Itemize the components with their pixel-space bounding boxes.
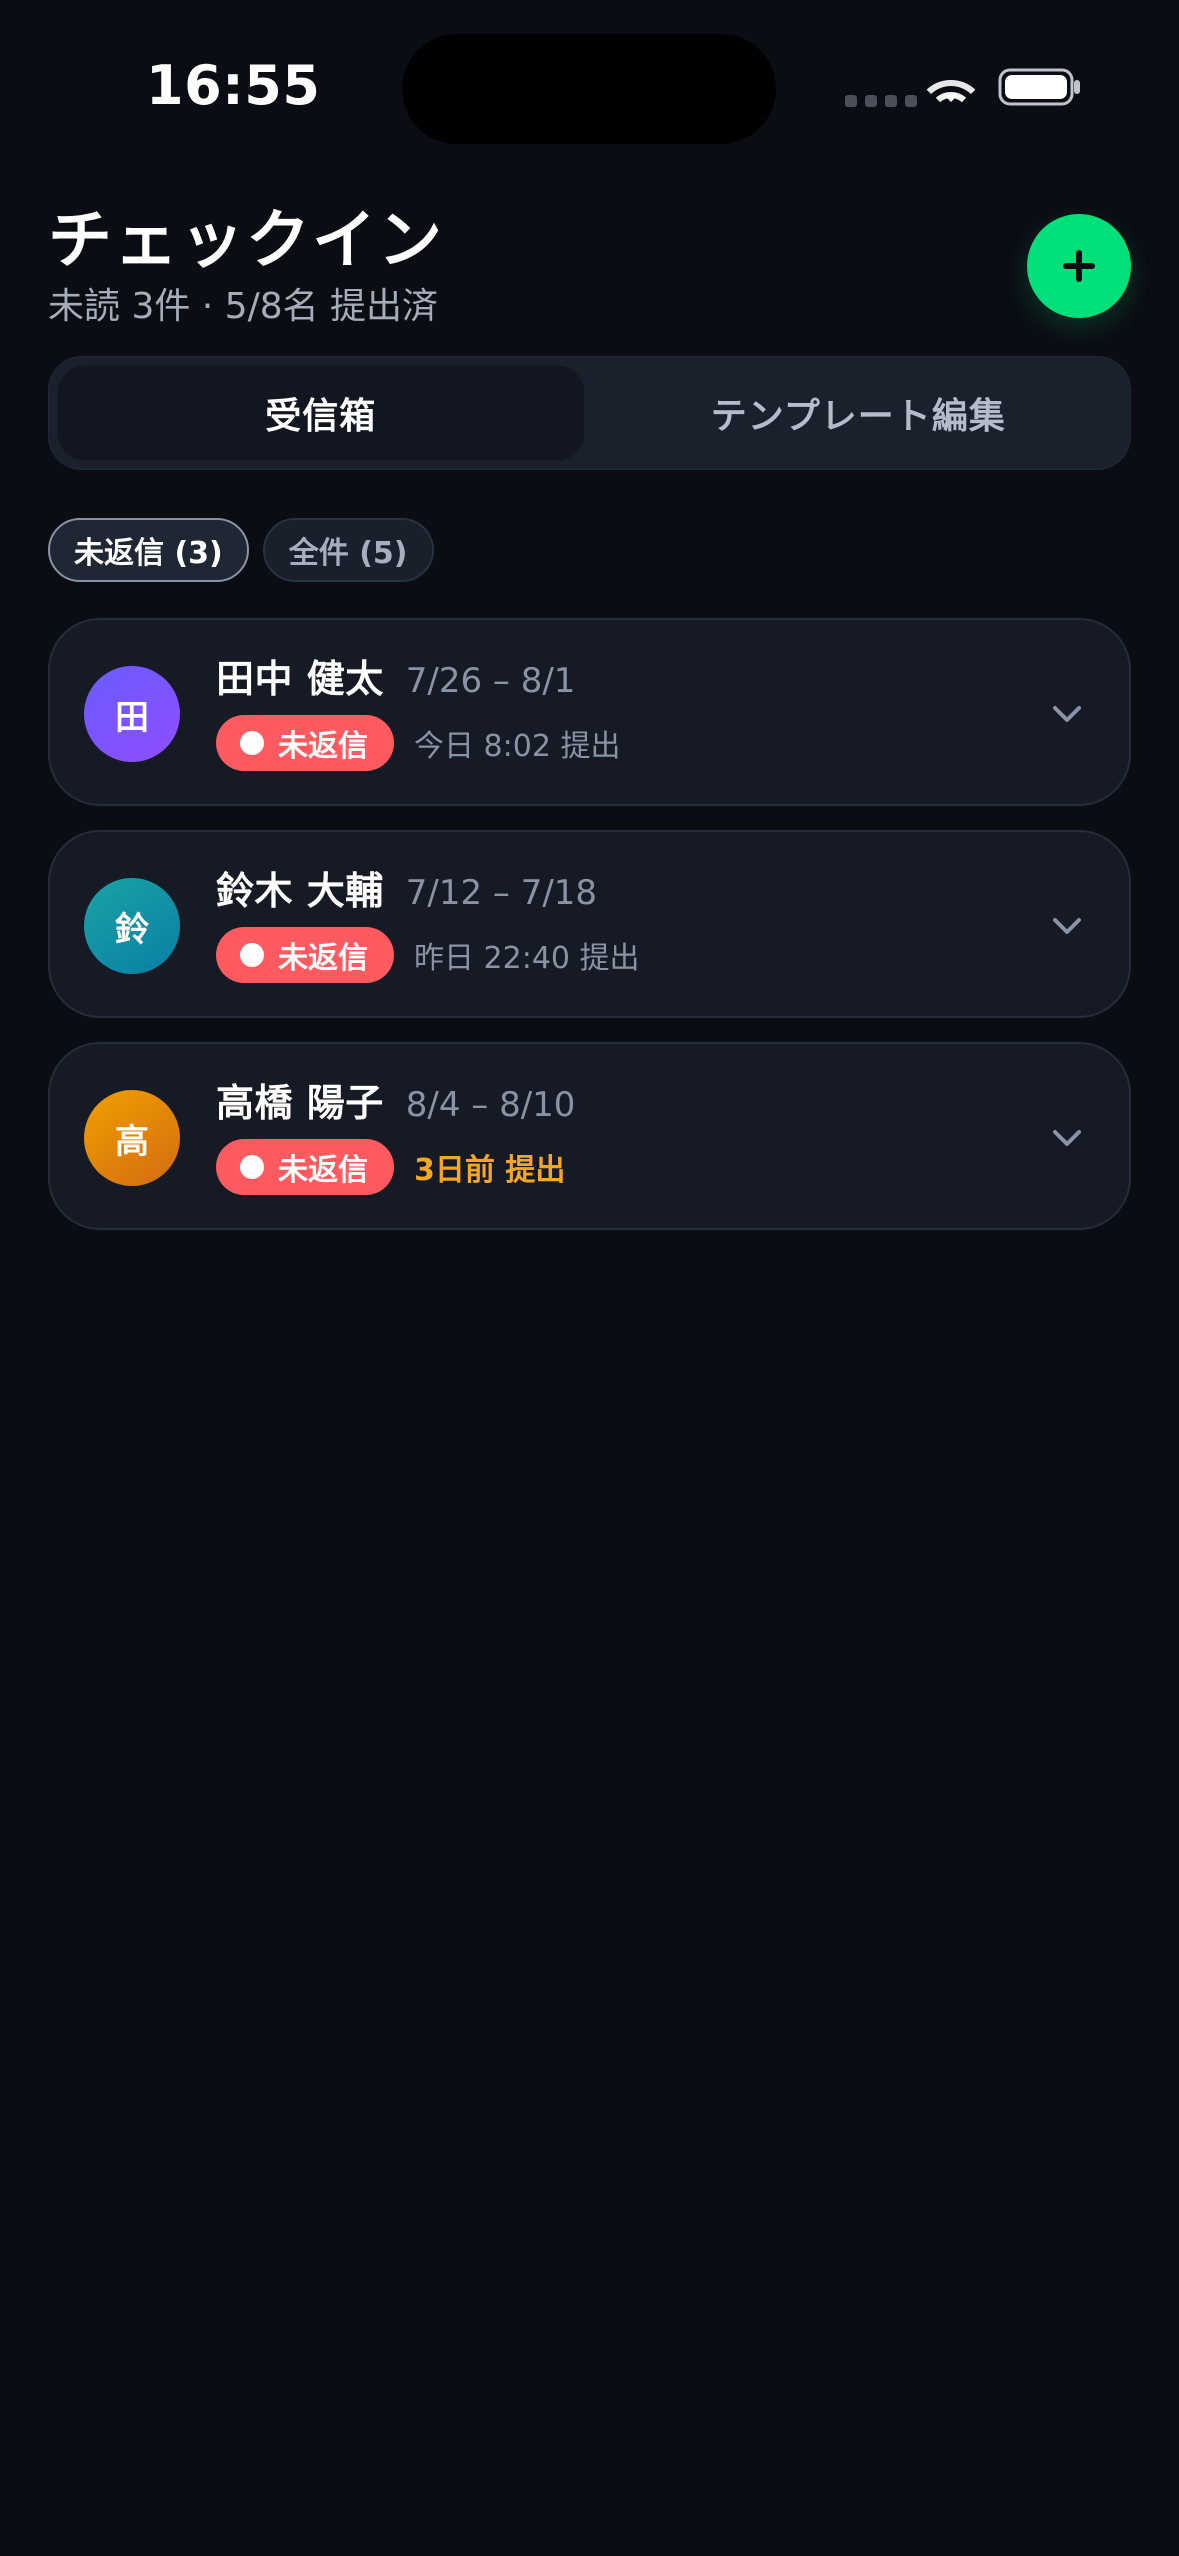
add-button[interactable] <box>1027 214 1131 318</box>
dynamic-island <box>402 34 776 144</box>
checkin-card[interactable]: 田 田中 健太 7/26 – 8/1 未返信 今日 8:02 提出 <box>48 618 1131 806</box>
card-content: 高橋 陽子 8/4 – 8/10 未返信 3日前 提出 <box>216 1072 1036 1212</box>
tab-inbox[interactable]: 受信箱 <box>57 365 585 461</box>
avatar: 鈴 <box>84 878 180 974</box>
status-bar: 16:55 <box>0 0 1179 160</box>
checkin-card[interactable]: 鈴 鈴木 大輔 7/12 – 7/18 未返信 昨日 22:40 提出 <box>48 830 1131 1018</box>
avatar: 田 <box>84 666 180 762</box>
date-range: 8/4 – 8/10 <box>405 1085 576 1125</box>
status-badge: 未返信 <box>216 927 394 983</box>
checkin-list: 田 田中 健太 7/26 – 8/1 未返信 今日 8:02 提出 鈴 鈴木 大… <box>48 618 1131 1254</box>
member-name: 鈴木 大輔 <box>216 869 384 913</box>
status-time: 16:55 <box>146 54 321 117</box>
signal-dot <box>885 95 897 107</box>
page-subtitle: 未読 3件 · 5/8名 提出済 <box>48 286 439 327</box>
filter-chips: 未返信 (3) 全件 (5) <box>48 518 1131 582</box>
card-title-row: 田中 健太 7/26 – 8/1 <box>216 648 1036 704</box>
battery-icon <box>998 68 1080 106</box>
expand-chevron-button[interactable] <box>1045 904 1089 948</box>
chevron-down-icon <box>1053 706 1081 722</box>
status-badge-label: 未返信 <box>278 1153 368 1188</box>
member-name: 高橋 陽子 <box>216 1081 384 1125</box>
header: チェックイン 未読 3件 · 5/8名 提出済 <box>48 196 1131 346</box>
submitted-time: 昨日 22:40 提出 <box>414 941 640 976</box>
status-badge: 未返信 <box>216 715 394 771</box>
date-range: 7/26 – 8/1 <box>405 661 576 701</box>
checkin-screen: 16:55 チェックイン 未読 3件 · 5/8名 提出済 受信箱 テンプレート… <box>0 0 1179 2556</box>
badge-dot-icon <box>240 943 264 967</box>
card-meta-row: 未返信 今日 8:02 提出 <box>216 714 1036 772</box>
filter-all[interactable]: 全件 (5) <box>262 518 434 582</box>
segmented-control: 受信箱 テンプレート編集 <box>48 356 1131 470</box>
signal-dot <box>845 95 857 107</box>
status-badge-label: 未返信 <box>278 729 368 764</box>
chevron-down-icon <box>1053 1130 1081 1146</box>
wifi-icon <box>926 80 976 103</box>
page-title: チェックイン <box>48 204 444 278</box>
tab-template-edit[interactable]: テンプレート編集 <box>595 365 1123 461</box>
badge-dot-icon <box>240 1155 264 1179</box>
card-content: 鈴木 大輔 7/12 – 7/18 未返信 昨日 22:40 提出 <box>216 860 1036 1000</box>
expand-chevron-button[interactable] <box>1045 1116 1089 1160</box>
member-name: 田中 健太 <box>216 657 384 701</box>
chevron-down-icon <box>1053 918 1081 934</box>
card-title-row: 鈴木 大輔 7/12 – 7/18 <box>216 860 1036 916</box>
card-content: 田中 健太 7/26 – 8/1 未返信 今日 8:02 提出 <box>216 648 1036 788</box>
badge-dot-icon <box>240 731 264 755</box>
card-meta-row: 未返信 昨日 22:40 提出 <box>216 926 1036 984</box>
expand-chevron-button[interactable] <box>1045 692 1089 736</box>
date-range: 7/12 – 7/18 <box>405 873 598 913</box>
submitted-time: 3日前 提出 <box>414 1153 566 1188</box>
signal-dot <box>865 95 877 107</box>
status-badge-label: 未返信 <box>278 941 368 976</box>
submitted-time: 今日 8:02 提出 <box>414 729 621 764</box>
filter-unreplied[interactable]: 未返信 (3) <box>48 518 249 582</box>
checkin-card[interactable]: 高 高橋 陽子 8/4 – 8/10 未返信 3日前 提出 <box>48 1042 1131 1230</box>
plus-icon <box>1063 250 1095 282</box>
card-title-row: 高橋 陽子 8/4 – 8/10 <box>216 1072 1036 1128</box>
card-meta-row: 未返信 3日前 提出 <box>216 1138 1036 1196</box>
signal-dot <box>905 95 917 107</box>
avatar: 高 <box>84 1090 180 1186</box>
status-badge: 未返信 <box>216 1139 394 1195</box>
